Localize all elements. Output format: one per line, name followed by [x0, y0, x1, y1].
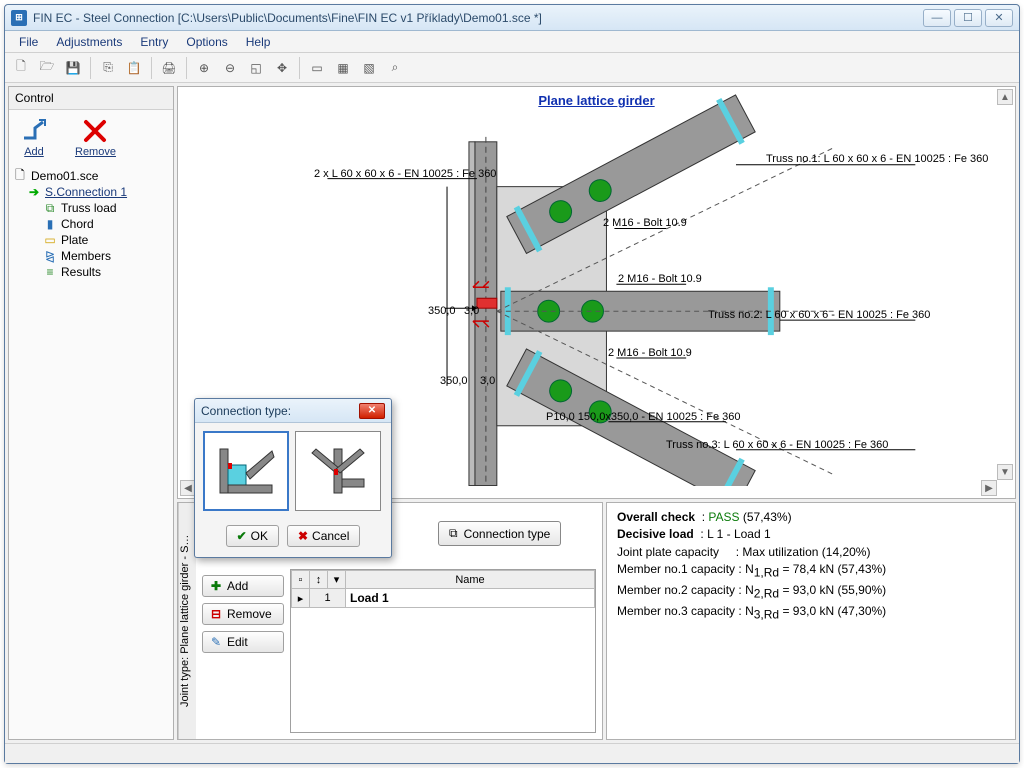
- zoom-area-icon[interactable]: ◱: [244, 56, 268, 80]
- zoom-fit-icon[interactable]: ⌕: [383, 56, 407, 80]
- add-connection-button[interactable]: Add: [21, 118, 47, 158]
- pan-icon[interactable]: ✥: [270, 56, 294, 80]
- connection-choice-bolted[interactable]: [295, 431, 381, 511]
- scroll-up-icon[interactable]: ▲: [997, 89, 1013, 105]
- connection-choice-welded[interactable]: [203, 431, 289, 511]
- copy-icon[interactable]: ⎘: [96, 56, 120, 80]
- dialog-cancel-button[interactable]: ✖Cancel: [287, 525, 360, 547]
- add-load-button[interactable]: ✚Add: [202, 575, 284, 597]
- remove-connection-button[interactable]: Remove: [75, 118, 116, 158]
- connection-type-button[interactable]: ⧉ Connection type: [438, 521, 561, 546]
- toolbar: 🗋 🗁 💾 ⎘ 📋 🖨 ⊕ ⊖ ◱ ✥ ▭ ▦ ▧ ⌕: [5, 53, 1019, 83]
- tree-results[interactable]: ≡Results: [13, 264, 169, 280]
- tree-file[interactable]: 🗋Demo01.sce: [13, 168, 169, 184]
- dim-3b: 3,0: [480, 375, 495, 387]
- view2-icon[interactable]: ▦: [331, 56, 355, 80]
- menu-options[interactable]: Options: [178, 33, 235, 51]
- scroll-down-icon[interactable]: ▼: [997, 464, 1013, 480]
- dialog-title: Connection type:: [201, 404, 359, 418]
- project-tree[interactable]: 🗋Demo01.sce ➔S.Connection 1 ⧉Truss load …: [9, 164, 173, 284]
- print-icon[interactable]: 🖨: [157, 56, 181, 80]
- app-window: ⊞ FIN EC - Steel Connection [C:\Users\Pu…: [4, 4, 1020, 764]
- tree-truss-load[interactable]: ⧉Truss load: [13, 200, 169, 216]
- menubar: File Adjustments Entry Options Help: [5, 31, 1019, 53]
- dialog-close-button[interactable]: ✕: [359, 403, 385, 419]
- label-bolt1: 2 M16 - Bolt 10.9: [603, 217, 687, 229]
- label-bolt3: 2 M16 - Bolt 10.9: [608, 347, 692, 359]
- menu-adjustments[interactable]: Adjustments: [48, 33, 130, 51]
- view3-icon[interactable]: ▧: [357, 56, 381, 80]
- tree-members[interactable]: ⧎Members: [13, 248, 169, 264]
- titlebar: ⊞ FIN EC - Steel Connection [C:\Users\Pu…: [5, 5, 1019, 31]
- table-row[interactable]: ▸1Load 1: [292, 589, 595, 608]
- remove-load-button[interactable]: ⊟Remove: [202, 603, 284, 625]
- menu-entry[interactable]: Entry: [132, 33, 176, 51]
- paste-icon[interactable]: 📋: [122, 56, 146, 80]
- label-truss1: Truss no.1: L 60 x 60 x 6 - EN 10025 : F…: [766, 153, 988, 165]
- zoom-in-icon[interactable]: ⊕: [192, 56, 216, 80]
- tree-chord[interactable]: ▮Chord: [13, 216, 169, 232]
- new-icon[interactable]: 🗋: [9, 56, 33, 80]
- window-title: FIN EC - Steel Connection [C:\Users\Publ…: [33, 11, 923, 25]
- app-icon: ⊞: [11, 10, 27, 26]
- label-chord: 2 x L 60 x 60 x 6 - EN 10025 : Fe 360: [314, 168, 496, 180]
- dim-350: 350,0: [428, 305, 456, 317]
- menu-help[interactable]: Help: [238, 33, 279, 51]
- dialog-titlebar[interactable]: Connection type: ✕: [195, 399, 391, 423]
- minimize-button[interactable]: —: [923, 9, 951, 27]
- menu-file[interactable]: File: [11, 33, 46, 51]
- results-panel: Overall check : PASS (57,43%) Decisive l…: [606, 502, 1016, 740]
- add-label: Add: [24, 146, 44, 158]
- dialog-ok-button[interactable]: ✔OK: [226, 525, 279, 547]
- remove-label: Remove: [75, 146, 116, 158]
- dim-350b: 350,0: [440, 375, 468, 387]
- control-header: Control: [9, 87, 173, 110]
- tree-connection[interactable]: ➔S.Connection 1: [13, 184, 169, 200]
- view1-icon[interactable]: ▭: [305, 56, 329, 80]
- tree-plate[interactable]: ▭Plate: [13, 232, 169, 248]
- connection-type-dialog: Connection type: ✕ ✔OK ✖Cancel: [194, 398, 392, 558]
- maximize-button[interactable]: ☐: [954, 9, 982, 27]
- connection-type-icon: ⧉: [449, 526, 458, 541]
- label-truss3: Truss no.3: L 60 x 60 x 6 - EN 10025 : F…: [666, 439, 888, 451]
- edit-load-button[interactable]: ✎Edit: [202, 631, 284, 653]
- label-truss2: Truss no.2: L 60 x 60 x 6 - EN 10025 : F…: [708, 309, 930, 321]
- dim-3: 3,0: [464, 305, 479, 317]
- load-grid[interactable]: ▫↕▾Name ▸1Load 1: [290, 569, 596, 733]
- scroll-right-icon[interactable]: ▶: [981, 480, 997, 496]
- statusbar: [5, 743, 1019, 763]
- label-bolt2: 2 M16 - Bolt 10.9: [618, 273, 702, 285]
- control-panel: Control Add Remove 🗋Demo01.sce ➔S.Connec…: [8, 86, 174, 740]
- save-icon[interactable]: 💾: [61, 56, 85, 80]
- label-plate: P10,0 150,0x350,0 - EN 10025 : Fe 360: [546, 411, 740, 423]
- close-button[interactable]: ✕: [985, 9, 1013, 27]
- open-icon[interactable]: 🗁: [35, 56, 59, 80]
- zoom-out-icon[interactable]: ⊖: [218, 56, 242, 80]
